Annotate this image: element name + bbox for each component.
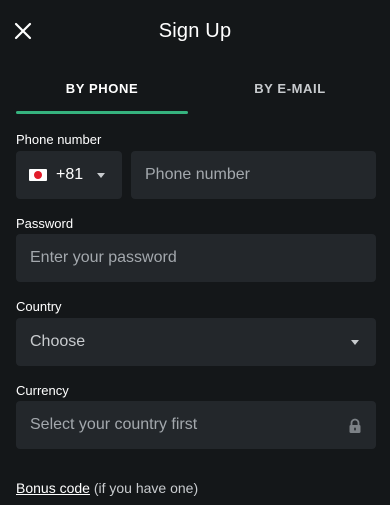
country-selected-value: Choose bbox=[30, 333, 86, 350]
chevron-down-icon bbox=[351, 340, 359, 345]
header: Sign Up bbox=[0, 0, 390, 64]
currency-placeholder: Select your country first bbox=[30, 416, 198, 433]
phone-number-placeholder: Phone number bbox=[145, 166, 250, 183]
japan-flag-icon bbox=[29, 169, 47, 181]
password-label: Password bbox=[16, 216, 74, 231]
bonus-code-row: Bonus code (if you have one) bbox=[16, 480, 198, 496]
phone-number-label: Phone number bbox=[16, 132, 102, 147]
tab-by-email[interactable]: BY E-MAIL bbox=[204, 76, 376, 114]
lock-icon bbox=[349, 418, 361, 433]
country-select[interactable]: Choose bbox=[16, 318, 376, 366]
password-input[interactable]: Enter your password bbox=[16, 234, 376, 282]
country-label: Country bbox=[16, 299, 62, 314]
flag-sun-dot bbox=[34, 171, 42, 179]
signup-method-tabs: BY PHONE BY E-MAIL bbox=[0, 76, 390, 114]
password-placeholder: Enter your password bbox=[30, 249, 177, 266]
chevron-down-icon bbox=[97, 172, 106, 178]
phone-number-input[interactable]: Phone number bbox=[131, 151, 376, 199]
currency-label: Currency bbox=[16, 383, 69, 398]
bonus-code-link[interactable]: Bonus code bbox=[16, 480, 90, 496]
tab-by-phone[interactable]: BY PHONE bbox=[16, 76, 188, 114]
bonus-code-hint: (if you have one) bbox=[89, 480, 199, 496]
currency-select: Select your country first bbox=[16, 401, 376, 449]
country-code-value: +81 bbox=[56, 166, 84, 183]
country-code-select[interactable]: +81 bbox=[16, 151, 122, 199]
page-title: Sign Up bbox=[158, 20, 232, 42]
